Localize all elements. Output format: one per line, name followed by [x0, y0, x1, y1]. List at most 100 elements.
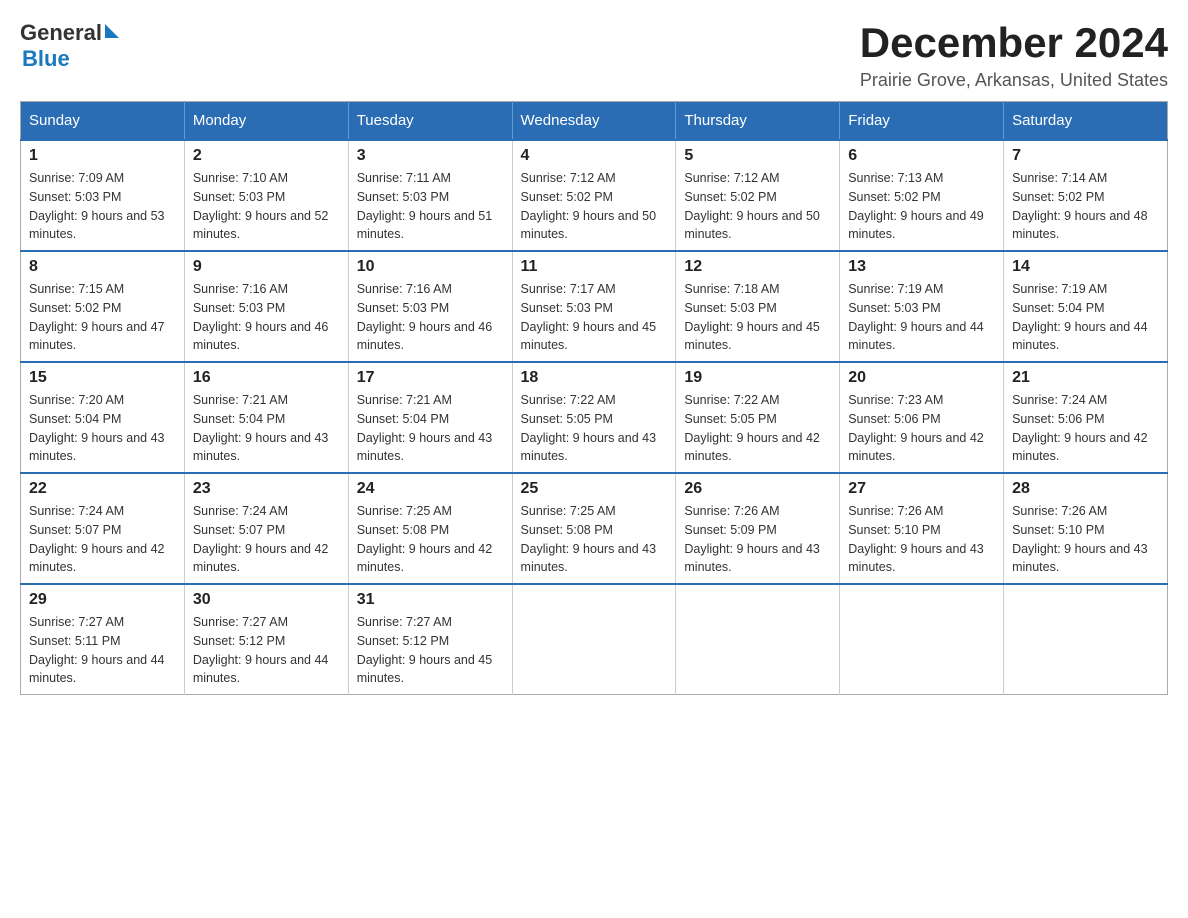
col-wednesday: Wednesday — [512, 102, 676, 141]
calendar-week-2: 8 Sunrise: 7:15 AMSunset: 5:02 PMDaylight… — [21, 251, 1168, 362]
calendar-cell: 28Sunrise: 7:26 AMSunset: 5:10 PMDayligh… — [1004, 473, 1168, 584]
day-info: Sunrise: 7:21 AMSunset: 5:04 PMDaylight:… — [357, 391, 504, 466]
page-header: General Blue December 2024 Prairie Grove… — [20, 20, 1168, 91]
day-info: Sunrise: 7:26 AMSunset: 5:10 PMDaylight:… — [848, 502, 995, 577]
day-number: 28 — [1012, 480, 1159, 498]
day-info: Sunrise: 7:19 AMSunset: 5:03 PMDaylight:… — [848, 280, 995, 355]
day-number: 5 — [684, 147, 831, 165]
calendar-cell: 25 Sunrise: 7:25 AMSunset: 5:08 PMDayligh… — [512, 473, 676, 584]
col-tuesday: Tuesday — [348, 102, 512, 141]
calendar-week-3: 15 Sunrise: 7:20 AMSunset: 5:04 PMDayligh… — [21, 362, 1168, 473]
calendar-cell: 12 Sunrise: 7:18 AMSunset: 5:03 PMDayligh… — [676, 251, 840, 362]
page-title: December 2024 — [860, 20, 1168, 66]
calendar-cell: 17 Sunrise: 7:21 AMSunset: 5:04 PMDayligh… — [348, 362, 512, 473]
day-info: Sunrise: 7:18 AMSunset: 5:03 PMDaylight:… — [684, 280, 831, 355]
calendar-week-5: 29 Sunrise: 7:27 AMSunset: 5:11 PMDayligh… — [21, 584, 1168, 695]
day-number: 10 — [357, 258, 504, 276]
day-info: Sunrise: 7:24 AMSunset: 5:07 PMDaylight:… — [29, 502, 176, 577]
calendar-cell: 9Sunrise: 7:16 AMSunset: 5:03 PMDaylight… — [184, 251, 348, 362]
title-section: December 2024 Prairie Grove, Arkansas, U… — [860, 20, 1168, 91]
day-number: 7 — [1012, 147, 1159, 165]
logo-general-text: General — [20, 20, 102, 46]
day-number: 22 — [29, 480, 176, 498]
day-info: Sunrise: 7:26 AMSunset: 5:09 PMDaylight:… — [684, 502, 831, 577]
day-number: 2 — [193, 147, 340, 165]
calendar-cell: 27 Sunrise: 7:26 AMSunset: 5:10 PMDayligh… — [840, 473, 1004, 584]
day-info: Sunrise: 7:23 AMSunset: 5:06 PMDaylight:… — [848, 391, 995, 466]
calendar-week-4: 22 Sunrise: 7:24 AMSunset: 5:07 PMDayligh… — [21, 473, 1168, 584]
day-number: 16 — [193, 369, 340, 387]
day-number: 31 — [357, 591, 504, 609]
day-number: 3 — [357, 147, 504, 165]
day-number: 27 — [848, 480, 995, 498]
page-subtitle: Prairie Grove, Arkansas, United States — [860, 70, 1168, 91]
day-info: Sunrise: 7:27 AMSunset: 5:11 PMDaylight:… — [29, 613, 176, 688]
calendar-cell: 1Sunrise: 7:09 AMSunset: 5:03 PMDaylight… — [21, 140, 185, 251]
day-number: 20 — [848, 369, 995, 387]
calendar-cell: 24Sunrise: 7:25 AMSunset: 5:08 PMDayligh… — [348, 473, 512, 584]
day-number: 17 — [357, 369, 504, 387]
col-sunday: Sunday — [21, 102, 185, 141]
calendar-cell: 16 Sunrise: 7:21 AMSunset: 5:04 PMDayligh… — [184, 362, 348, 473]
day-info: Sunrise: 7:27 AMSunset: 5:12 PMDaylight:… — [357, 613, 504, 688]
calendar-cell — [1004, 584, 1168, 695]
calendar-cell: 8 Sunrise: 7:15 AMSunset: 5:02 PMDaylight… — [21, 251, 185, 362]
col-friday: Friday — [840, 102, 1004, 141]
day-number: 13 — [848, 258, 995, 276]
day-info: Sunrise: 7:13 AMSunset: 5:02 PMDaylight:… — [848, 169, 995, 244]
calendar-cell: 31 Sunrise: 7:27 AMSunset: 5:12 PMDayligh… — [348, 584, 512, 695]
day-info: Sunrise: 7:21 AMSunset: 5:04 PMDaylight:… — [193, 391, 340, 466]
calendar-cell: 18 Sunrise: 7:22 AMSunset: 5:05 PMDayligh… — [512, 362, 676, 473]
day-info: Sunrise: 7:24 AMSunset: 5:06 PMDaylight:… — [1012, 391, 1159, 466]
day-info: Sunrise: 7:12 AMSunset: 5:02 PMDaylight:… — [521, 169, 668, 244]
calendar-cell — [512, 584, 676, 695]
day-info: Sunrise: 7:20 AMSunset: 5:04 PMDaylight:… — [29, 391, 176, 466]
calendar-week-1: 1Sunrise: 7:09 AMSunset: 5:03 PMDaylight… — [21, 140, 1168, 251]
day-number: 24 — [357, 480, 504, 498]
day-number: 6 — [848, 147, 995, 165]
day-info: Sunrise: 7:27 AMSunset: 5:12 PMDaylight:… — [193, 613, 340, 688]
day-number: 15 — [29, 369, 176, 387]
calendar-cell — [676, 584, 840, 695]
calendar-cell: 13 Sunrise: 7:19 AMSunset: 5:03 PMDayligh… — [840, 251, 1004, 362]
day-number: 11 — [521, 258, 668, 276]
day-number: 8 — [29, 258, 176, 276]
calendar-cell: 15 Sunrise: 7:20 AMSunset: 5:04 PMDayligh… — [21, 362, 185, 473]
day-number: 21 — [1012, 369, 1159, 387]
day-info: Sunrise: 7:12 AMSunset: 5:02 PMDaylight:… — [684, 169, 831, 244]
calendar-cell: 20 Sunrise: 7:23 AMSunset: 5:06 PMDayligh… — [840, 362, 1004, 473]
col-thursday: Thursday — [676, 102, 840, 141]
col-saturday: Saturday — [1004, 102, 1168, 141]
calendar-cell: 26Sunrise: 7:26 AMSunset: 5:09 PMDayligh… — [676, 473, 840, 584]
calendar-cell: 6 Sunrise: 7:13 AMSunset: 5:02 PMDaylight… — [840, 140, 1004, 251]
day-info: Sunrise: 7:24 AMSunset: 5:07 PMDaylight:… — [193, 502, 340, 577]
calendar-table: Sunday Monday Tuesday Wednesday Thursday… — [20, 101, 1168, 695]
calendar-cell: 22 Sunrise: 7:24 AMSunset: 5:07 PMDayligh… — [21, 473, 185, 584]
day-info: Sunrise: 7:19 AMSunset: 5:04 PMDaylight:… — [1012, 280, 1159, 355]
calendar-cell: 11 Sunrise: 7:17 AMSunset: 5:03 PMDayligh… — [512, 251, 676, 362]
day-info: Sunrise: 7:16 AMSunset: 5:03 PMDaylight:… — [357, 280, 504, 355]
day-number: 29 — [29, 591, 176, 609]
calendar-header-row: Sunday Monday Tuesday Wednesday Thursday… — [21, 102, 1168, 141]
day-info: Sunrise: 7:11 AMSunset: 5:03 PMDaylight:… — [357, 169, 504, 244]
col-monday: Monday — [184, 102, 348, 141]
day-number: 30 — [193, 591, 340, 609]
day-info: Sunrise: 7:25 AMSunset: 5:08 PMDaylight:… — [521, 502, 668, 577]
calendar-cell: 7Sunrise: 7:14 AMSunset: 5:02 PMDaylight… — [1004, 140, 1168, 251]
day-number: 4 — [521, 147, 668, 165]
calendar-cell: 29 Sunrise: 7:27 AMSunset: 5:11 PMDayligh… — [21, 584, 185, 695]
day-number: 18 — [521, 369, 668, 387]
calendar-cell: 14Sunrise: 7:19 AMSunset: 5:04 PMDayligh… — [1004, 251, 1168, 362]
calendar-cell: 10 Sunrise: 7:16 AMSunset: 5:03 PMDayligh… — [348, 251, 512, 362]
calendar-cell: 3 Sunrise: 7:11 AMSunset: 5:03 PMDaylight… — [348, 140, 512, 251]
day-info: Sunrise: 7:17 AMSunset: 5:03 PMDaylight:… — [521, 280, 668, 355]
day-number: 23 — [193, 480, 340, 498]
day-number: 12 — [684, 258, 831, 276]
day-info: Sunrise: 7:22 AMSunset: 5:05 PMDaylight:… — [521, 391, 668, 466]
logo-blue-text: Blue — [22, 46, 70, 71]
calendar-cell: 23 Sunrise: 7:24 AMSunset: 5:07 PMDayligh… — [184, 473, 348, 584]
calendar-cell: 2Sunrise: 7:10 AMSunset: 5:03 PMDaylight… — [184, 140, 348, 251]
day-number: 25 — [521, 480, 668, 498]
day-info: Sunrise: 7:15 AMSunset: 5:02 PMDaylight:… — [29, 280, 176, 355]
calendar-cell: 30 Sunrise: 7:27 AMSunset: 5:12 PMDayligh… — [184, 584, 348, 695]
